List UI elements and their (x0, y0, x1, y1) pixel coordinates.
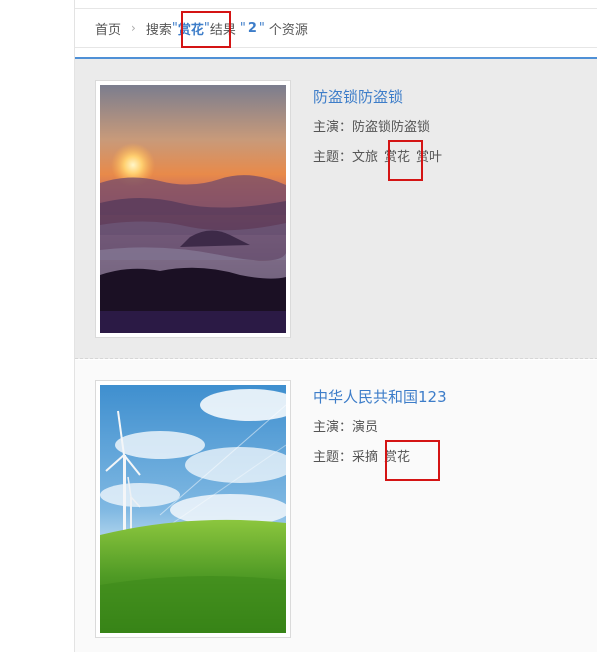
breadcrumb-search-prefix: 搜索 (145, 22, 172, 38)
actor-value: 演员 (352, 420, 379, 435)
theme-label: 主题： (313, 450, 353, 465)
result-actor-row: 主演：演员 (313, 418, 447, 438)
count-close-quote: " (258, 20, 265, 36)
result-thumbnail[interactable] (95, 80, 291, 338)
theme-tag-highlighted[interactable]: 赏花 (384, 450, 410, 465)
breadcrumb-home-link[interactable]: 首页 (95, 19, 121, 38)
result-item: 防盗锁防盗锁 主演：防盗锁防盗锁 主题：文旅 赏花 赏叶 (75, 59, 597, 359)
theme-tag[interactable]: 文旅 (352, 150, 378, 165)
result-thumbnail[interactable] (95, 380, 291, 638)
result-item: 中华人民共和国123 主演：演员 主题：采摘 赏花 (75, 360, 597, 652)
result-info: 中华人民共和国123 主演：演员 主题：采摘 赏花 (313, 386, 447, 468)
result-count: 2 (247, 20, 257, 36)
actor-label: 主演： (313, 120, 353, 135)
breadcrumb-suffix: 个资源 (268, 22, 308, 38)
result-title-link[interactable]: 中华人民共和国123 (313, 386, 447, 408)
breadcrumb: 首页 › 搜索 " 赏花 " 结果 " 2 " 个资源 (75, 8, 597, 48)
count-open-quote: " (239, 20, 246, 36)
theme-tag[interactable]: 采摘 (352, 450, 378, 465)
search-keyword: 赏花 (177, 22, 204, 38)
breadcrumb-result-text: 结果 (209, 22, 236, 38)
result-info: 防盗锁防盗锁 主演：防盗锁防盗锁 主题：文旅 赏花 赏叶 (313, 86, 448, 168)
actor-label: 主演： (313, 420, 353, 435)
theme-label: 主题： (313, 150, 353, 165)
theme-tag[interactable]: 赏叶 (416, 150, 442, 165)
theme-tag-highlighted[interactable]: 赏花 (384, 150, 410, 165)
wind-turbine-field-image (100, 385, 286, 633)
result-title-link[interactable]: 防盗锁防盗锁 (313, 86, 448, 108)
result-theme-row: 主题：采摘 赏花 (313, 448, 447, 468)
sunset-mountains-image (100, 85, 286, 333)
search-results-page: 首页 › 搜索 " 赏花 " 结果 " 2 " 个资源 防盗锁防盗锁 主演：防盗… (74, 0, 597, 652)
chevron-right-icon: › (131, 21, 136, 35)
result-theme-row: 主题：文旅 赏花 赏叶 (313, 148, 448, 168)
result-actor-row: 主演：防盗锁防盗锁 (313, 118, 448, 138)
actor-value: 防盗锁防盗锁 (352, 120, 431, 135)
